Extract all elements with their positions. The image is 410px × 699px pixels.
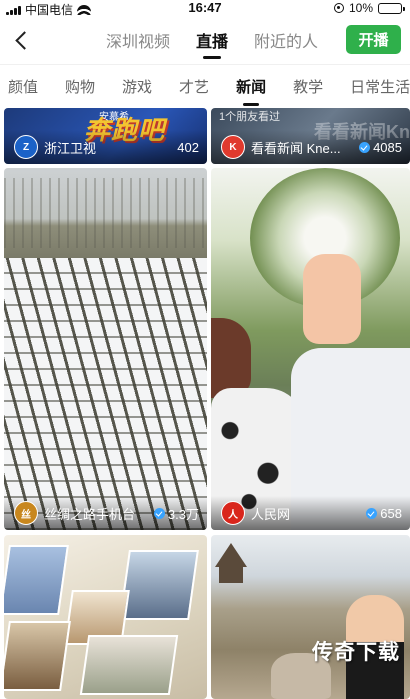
thumbnail-temple (215, 543, 247, 583)
viewer-count: 658 (380, 505, 402, 521)
thumbnail-tile (119, 550, 199, 620)
start-live-button[interactable]: 开播 (346, 25, 401, 54)
thumbnail-tile (4, 621, 71, 691)
status-right: 10% (333, 1, 405, 15)
category-tab-news[interactable]: 新闻 (236, 76, 266, 106)
avatar: 丝 (14, 501, 38, 525)
thumbnail-person-hair (211, 318, 251, 398)
status-bar: 中国电信 16:47 10% (0, 0, 410, 17)
channel-name: 丝绸之路手机台 (44, 506, 136, 522)
category-bar: 颜值 购物 游戏 才艺 新闻 教学 日常生活 (0, 64, 410, 106)
channel-name: 人民网 (251, 506, 291, 522)
live-card-drama-collage[interactable] (4, 535, 207, 699)
live-card-kankan-news[interactable]: 1个朋友看过 看看新闻Kn K 看看新闻 Kne... 4085 (211, 108, 410, 164)
tab-live[interactable]: 直播 (196, 28, 228, 59)
tab-shenzhen-video[interactable]: 深圳视频 (106, 28, 170, 52)
avatar: 人 (221, 501, 245, 525)
channel-name: 看看新闻 Kne... (251, 140, 341, 156)
friends-watched-tag: 1个朋友看过 (219, 111, 281, 123)
category-tabs: 颜值 购物 游戏 才艺 新闻 教学 日常生活 (8, 76, 410, 106)
card-footer: K 看看新闻 Kne... 4085 (211, 130, 410, 164)
header: 深圳视频 直播 附近的人 开播 (0, 22, 410, 59)
avatar: Z (14, 135, 38, 159)
thumbnail-waving-hand (303, 254, 361, 344)
thumbnail-tile (4, 545, 69, 615)
category-tab-talent[interactable]: 才艺 (179, 76, 209, 97)
category-tab-teaching[interactable]: 教学 (293, 76, 323, 97)
card-footer: Z 浙江卫视 402 (4, 130, 207, 164)
watermark: 传奇下载 (312, 641, 400, 664)
live-card-people-daily[interactable]: 人 人民网 658 (211, 168, 410, 530)
rotation-lock-icon (333, 3, 344, 13)
avatar: K (221, 135, 245, 159)
category-tab-games[interactable]: 游戏 (122, 76, 152, 97)
tab-nearby[interactable]: 附近的人 (254, 28, 318, 52)
back-icon[interactable] (12, 30, 32, 50)
card-footer: 人 人民网 658 (211, 496, 410, 530)
top-tabs: 深圳视频 直播 附近的人 (106, 28, 318, 59)
viewer-count: 4085 (373, 139, 402, 155)
card-footer: 丝 丝绸之路手机台 3.3万 (4, 496, 207, 530)
battery-icon (378, 2, 405, 14)
live-card-silk-road[interactable]: 丝 丝绸之路手机台 3.3万 (4, 168, 207, 530)
viewer-count: 402 (177, 139, 199, 155)
category-tab-daily-life[interactable]: 日常生活 (350, 76, 410, 97)
thumbnail-tile (79, 635, 179, 695)
verified-icon (153, 507, 165, 519)
category-tab-shopping[interactable]: 购物 (65, 76, 95, 97)
verified-icon (359, 141, 371, 153)
thumbnail-greenhouse-field (4, 258, 207, 530)
verified-icon (366, 507, 378, 519)
category-tab-looks[interactable]: 颜值 (8, 76, 38, 97)
live-card-zhejiang-tv[interactable]: 安慕希 奔跑吧 Z 浙江卫视 402 (4, 108, 207, 164)
thumbnail-trees (4, 178, 207, 248)
live-card-mountain[interactable] (211, 535, 410, 699)
battery-percent: 10% (348, 1, 373, 15)
viewer-count: 3.3万 (167, 506, 199, 522)
channel-name: 浙江卫视 (44, 140, 97, 156)
